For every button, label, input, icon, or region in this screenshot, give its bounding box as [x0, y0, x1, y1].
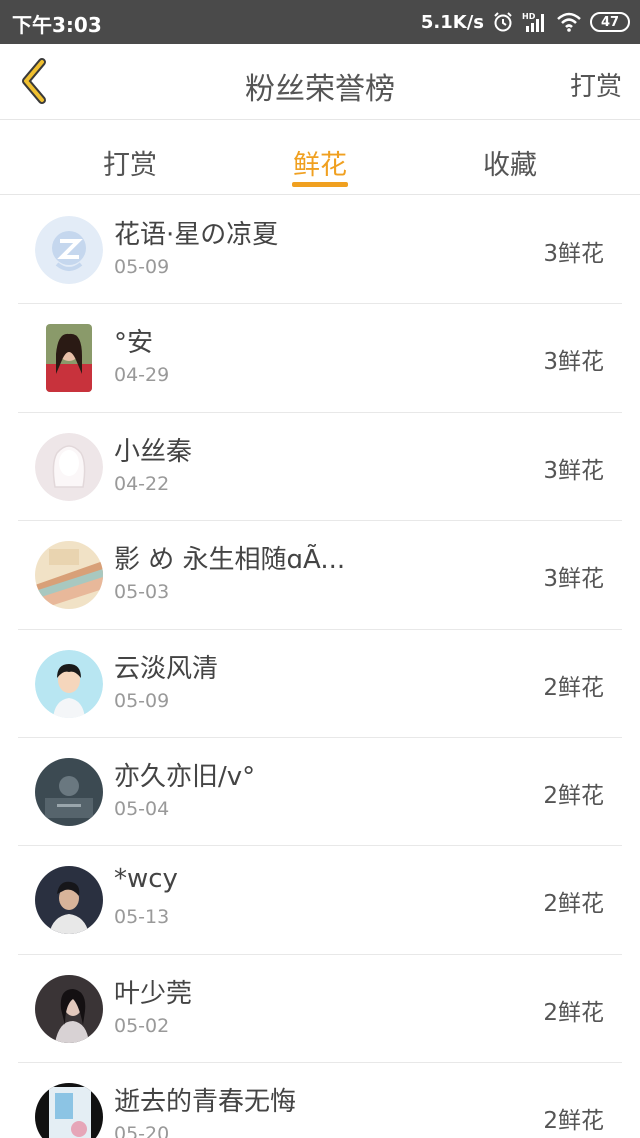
default-silhouette-avatar	[35, 432, 103, 501]
status-bar: 下午3:03 5.1K/s HD 47	[0, 0, 640, 44]
cartoon-boy-avatar	[35, 649, 103, 718]
fan-name: 小丝秦	[114, 436, 193, 467]
list-item[interactable]: *wcy 05-13 2鲜花	[18, 846, 622, 955]
qq-logo-avatar	[35, 216, 103, 284]
fan-name: 逝去的青春无悔	[114, 1087, 297, 1118]
fan-date: 05-09	[114, 689, 170, 712]
woman-photo-avatar	[35, 974, 103, 1043]
fan-date: 05-03	[114, 581, 170, 604]
list-item[interactable]: 云淡风清 05-09 2鲜花	[18, 630, 622, 738]
fan-name: 亦久亦旧/v°	[114, 761, 256, 792]
fan-date: 05-04	[114, 797, 170, 820]
fan-date: 05-20	[114, 1123, 170, 1138]
fan-date: 05-13	[114, 906, 170, 929]
list-item[interactable]: °安 04-29 3鲜花	[18, 304, 622, 413]
poster-avatar	[35, 1083, 103, 1138]
fan-name: 云淡风清	[114, 653, 219, 684]
nav-bar: 粉丝荣誉榜 打赏	[0, 44, 640, 120]
fan-name: 叶少莞	[114, 978, 193, 1009]
active-tab-indicator	[292, 182, 348, 187]
tab-reward[interactable]: 打赏	[70, 121, 190, 195]
status-time: 下午3:03	[12, 13, 102, 37]
battery-icon: 47	[590, 12, 630, 32]
list-item[interactable]: 花语·星の凉夏 05-09 3鲜花	[18, 196, 622, 305]
list-item[interactable]: 小丝秦 04-22 3鲜花	[18, 413, 622, 522]
flower-count: 2鲜花	[543, 1108, 604, 1135]
fan-name: 花语·星の凉夏	[114, 220, 279, 250]
alarm-icon	[492, 11, 514, 33]
fan-name: °安	[114, 328, 154, 359]
girl-photo-avatar	[46, 324, 92, 393]
flower-count: 3鲜花	[543, 457, 604, 484]
status-indicators: 5.1K/s HD 47	[421, 9, 630, 35]
tab-favorites[interactable]: 收藏	[450, 121, 570, 195]
list-item[interactable]: 亦久亦旧/v° 05-04 2鲜花	[18, 738, 622, 847]
signal-icon: HD	[522, 11, 548, 33]
page-title: 粉丝荣誉榜	[245, 72, 395, 107]
flower-count: 2鲜花	[543, 782, 604, 809]
books-avatar	[35, 541, 103, 610]
network-speed: 5.1K/s	[420, 11, 484, 33]
fan-date: 05-02	[114, 1014, 170, 1037]
flower-count: 2鲜花	[543, 674, 604, 701]
list-item[interactable]: 影 め 永生相随ɑÃ... 05-03 3鲜花	[18, 521, 622, 630]
flower-count: 2鲜花	[543, 999, 604, 1026]
list-item[interactable]: 逝去的青春无悔 05-20 2鲜花	[18, 1063, 622, 1138]
fan-name: 影 め 永生相随ɑÃ...	[114, 545, 346, 576]
fan-list: 花语·星の凉夏 05-09 3鲜花 °安 04-29 3鲜花 小丝秦 04-22…	[18, 196, 622, 1138]
fan-name: *wcy	[114, 864, 178, 895]
list-item[interactable]: 叶少莞 05-02 2鲜花	[18, 955, 622, 1064]
dark-photo-avatar	[35, 757, 103, 826]
boy-photo-avatar	[35, 866, 103, 935]
svg-text:HD: HD	[522, 12, 536, 21]
flower-count: 3鲜花	[543, 349, 604, 376]
fan-date: 04-22	[114, 472, 170, 495]
wifi-icon	[556, 11, 582, 33]
fan-date: 05-09	[114, 256, 170, 278]
flower-count: 3鲜花	[543, 566, 604, 593]
flower-count: 2鲜花	[543, 891, 604, 918]
reward-button[interactable]: 打赏	[570, 66, 622, 103]
flower-count: 3鲜花	[543, 241, 604, 267]
fan-date: 04-29	[114, 364, 170, 387]
